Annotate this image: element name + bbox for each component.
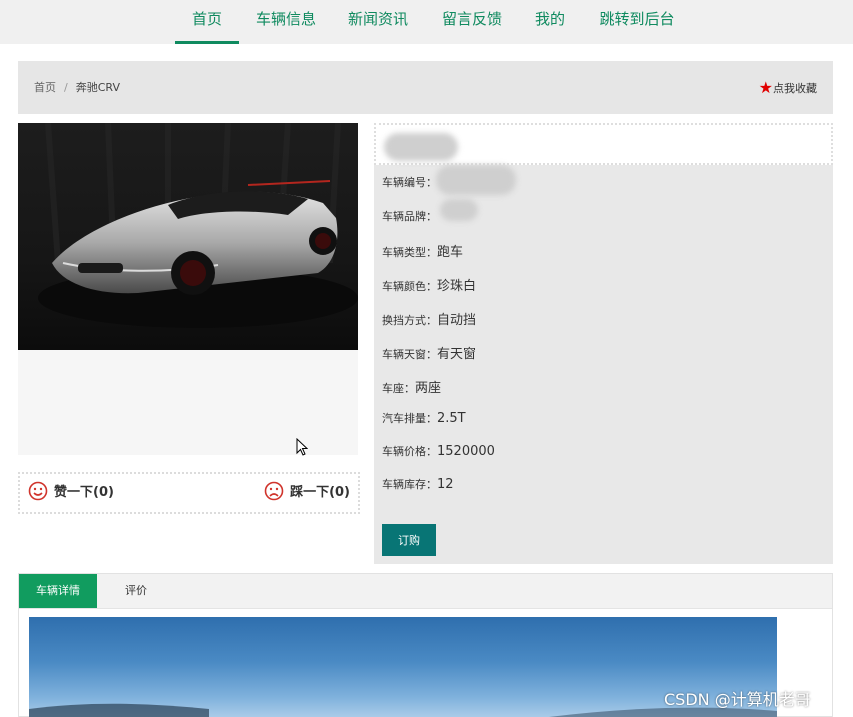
detail-value: 跑车 (437, 245, 464, 260)
detail-row: 车辆编号： (382, 174, 437, 190)
product-photo[interactable] (18, 123, 358, 350)
detail-value: 两座 (415, 381, 442, 396)
vehicle-title (374, 123, 833, 165)
frown-icon (264, 481, 284, 501)
vehicle-info-panel: 车辆编号： 车辆品牌： 车辆类型：跑车 车辆颜色：珍珠白 换挡方式：自动挡 车辆… (374, 123, 833, 564)
redacted-vehicle-number (436, 165, 516, 195)
detail-label: 换挡方式： (382, 314, 437, 327)
nav-item-admin[interactable]: 跳转到后台 (592, 0, 682, 44)
detail-value: 自动挡 (437, 313, 477, 328)
smile-icon (28, 481, 48, 501)
detail-label: 汽车排量： (382, 412, 437, 425)
nav-item-home[interactable]: 首页 (175, 0, 239, 44)
star-icon: ★ (758, 78, 773, 97)
breadcrumb-home[interactable]: 首页 (34, 81, 56, 94)
breadcrumb: 首页 / 奔驰CRV (34, 61, 120, 114)
dislike-label: 踩一下(0) (290, 485, 350, 500)
detail-row: 换挡方式：自动挡 (382, 309, 476, 328)
favorite-button[interactable]: ★点我收藏 (759, 61, 817, 115)
detail-label: 车座： (382, 382, 415, 395)
detail-row: 车辆颜色：珍珠白 (382, 275, 476, 294)
detail-value: 有天窗 (437, 347, 477, 362)
like-label: 赞一下(0) (54, 485, 114, 500)
breadcrumb-current: 奔驰CRV (75, 81, 120, 94)
dislike-button[interactable]: 踩一下(0) (264, 474, 350, 512)
breadcrumb-separator: / (64, 81, 68, 94)
detail-label: 车辆类型： (382, 246, 437, 259)
detail-row: 车辆类型：跑车 (382, 241, 463, 260)
redacted-vehicle-brand (440, 199, 478, 221)
favorite-label: 点我收藏 (773, 82, 817, 95)
detail-label: 车辆天窗： (382, 348, 437, 361)
nav-item-news[interactable]: 新闻资讯 (340, 0, 416, 44)
detail-label: 车辆库存： (382, 478, 437, 491)
detail-row: 车辆天窗：有天窗 (382, 343, 476, 362)
top-nav: 首页 车辆信息 新闻资讯 留言反馈 我的 跳转到后台 (0, 0, 853, 44)
detail-label: 车辆品牌： (382, 210, 437, 223)
redacted-title (384, 133, 458, 161)
tab-bar: 车辆详情 评价 (19, 574, 832, 609)
nav-item-feedback[interactable]: 留言反馈 (434, 0, 510, 44)
detail-row: 车辆品牌： (382, 208, 437, 224)
detail-row: 车辆价格：1520000 (382, 443, 495, 459)
detail-value: 珍珠白 (437, 279, 477, 294)
detail-row: 车辆库存：12 (382, 476, 454, 492)
vote-box: 赞一下(0) 踩一下(0) (18, 472, 360, 514)
nav-item-vehicles[interactable]: 车辆信息 (248, 0, 324, 44)
detail-label: 车辆颜色： (382, 280, 437, 293)
tab-vehicle-details[interactable]: 车辆详情 (19, 574, 97, 608)
detail-row: 汽车排量：2.5T (382, 410, 466, 426)
detail-row: 车座：两座 (382, 377, 441, 396)
breadcrumb-bar: 首页 / 奔驰CRV ★点我收藏 (18, 61, 833, 114)
order-button[interactable]: 订购 (382, 524, 436, 556)
nav-item-mine[interactable]: 我的 (528, 0, 572, 44)
product-image-panel (18, 123, 358, 455)
tab-reviews[interactable]: 评价 (101, 574, 171, 608)
watermark: CSDN @计算机老哥 (664, 690, 811, 709)
detail-label: 车辆编号： (382, 176, 437, 189)
mouse-cursor-icon (296, 438, 308, 456)
like-button[interactable]: 赞一下(0) (28, 474, 114, 512)
detail-label: 车辆价格： (382, 445, 437, 458)
detail-value: 1520000 (437, 444, 495, 459)
detail-value: 12 (437, 477, 454, 492)
detail-value: 2.5T (437, 411, 466, 426)
